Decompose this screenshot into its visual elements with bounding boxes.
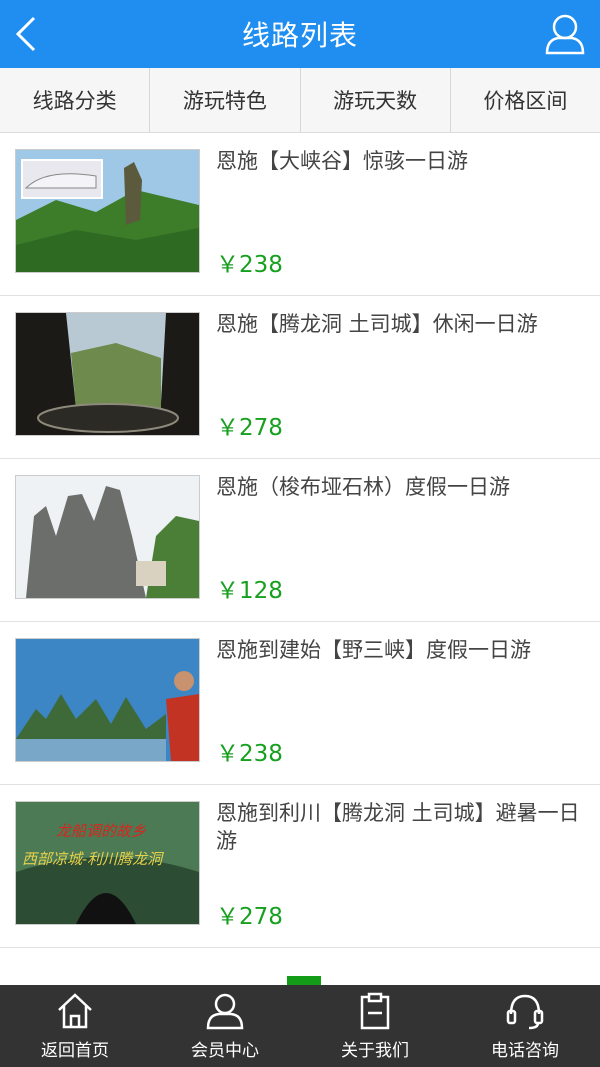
route-price: ￥238 <box>216 741 283 767</box>
route-thumbnail <box>15 312 200 436</box>
filter-bar: 线路分类 游玩特色 游玩天数 价格区间 <box>0 68 600 133</box>
filter-days[interactable]: 游玩天数 <box>301 68 451 132</box>
home-icon <box>58 993 92 1029</box>
route-list: 恩施【大峡谷】惊骇一日游 ￥238 恩施【腾龙洞 土司城】休闲一日游 ￥278 … <box>0 133 600 948</box>
route-price: ￥128 <box>216 578 283 604</box>
app-header: 线路列表 <box>0 0 600 68</box>
route-thumbnail <box>15 475 200 599</box>
tab-member-center[interactable]: 会员中心 <box>150 985 300 1067</box>
tab-phone-consult[interactable]: 电话咨询 <box>450 985 600 1067</box>
bottom-tab-bar: 返回首页 会员中心 关于我们 电话咨询 <box>0 985 600 1067</box>
route-item[interactable]: 恩施到建始【野三峡】度假一日游 ￥238 <box>0 622 600 785</box>
tab-about-us[interactable]: 关于我们 <box>300 985 450 1067</box>
route-item[interactable]: 恩施（梭布垭石林）度假一日游 ￥128 <box>0 459 600 622</box>
route-price: ￥278 <box>216 904 283 930</box>
route-name: 恩施【腾龙洞 土司城】休闲一日游 <box>216 312 538 336</box>
tab-label: 会员中心 <box>191 1041 259 1061</box>
back-arrow-icon[interactable] <box>10 14 46 54</box>
tab-label: 关于我们 <box>341 1041 409 1061</box>
user-profile-icon[interactable] <box>544 12 586 56</box>
filter-price-range[interactable]: 价格区间 <box>451 68 600 132</box>
filter-route-category[interactable]: 线路分类 <box>0 68 151 132</box>
route-thumbnail: 龙船调的故乡 西部凉城-利川腾龙洞 <box>15 801 200 925</box>
route-price: ￥238 <box>216 252 283 278</box>
page-title: 线路列表 <box>241 19 358 52</box>
route-item[interactable]: 恩施【腾龙洞 土司城】休闲一日游 ￥278 <box>0 296 600 459</box>
route-name: 恩施到利川【腾龙洞 土司城】避暑一日游 <box>216 801 580 853</box>
thumbnail-caption-2: 西部凉城-利川腾龙洞 <box>22 850 164 868</box>
route-thumbnail <box>15 638 200 762</box>
route-name: 恩施【大峡谷】惊骇一日游 <box>216 149 468 173</box>
filter-features[interactable]: 游玩特色 <box>150 68 301 132</box>
route-name: 恩施到建始【野三峡】度假一日游 <box>216 638 531 662</box>
user-icon <box>206 993 244 1030</box>
tab-home[interactable]: 返回首页 <box>0 985 150 1067</box>
route-thumbnail <box>15 149 200 273</box>
route-name: 恩施（梭布垭石林）度假一日游 <box>216 475 510 499</box>
route-item[interactable]: 恩施【大峡谷】惊骇一日游 ￥238 <box>0 133 600 296</box>
tab-label: 返回首页 <box>41 1041 109 1061</box>
tab-label: 电话咨询 <box>491 1041 559 1061</box>
route-item[interactable]: 龙船调的故乡 西部凉城-利川腾龙洞 恩施到利川【腾龙洞 土司城】避暑一日游 ￥2… <box>0 785 600 948</box>
route-price: ￥278 <box>216 415 283 441</box>
clipboard-icon <box>360 992 390 1030</box>
headset-icon <box>506 994 544 1030</box>
thumbnail-caption-1: 龙船调的故乡 <box>56 822 146 840</box>
